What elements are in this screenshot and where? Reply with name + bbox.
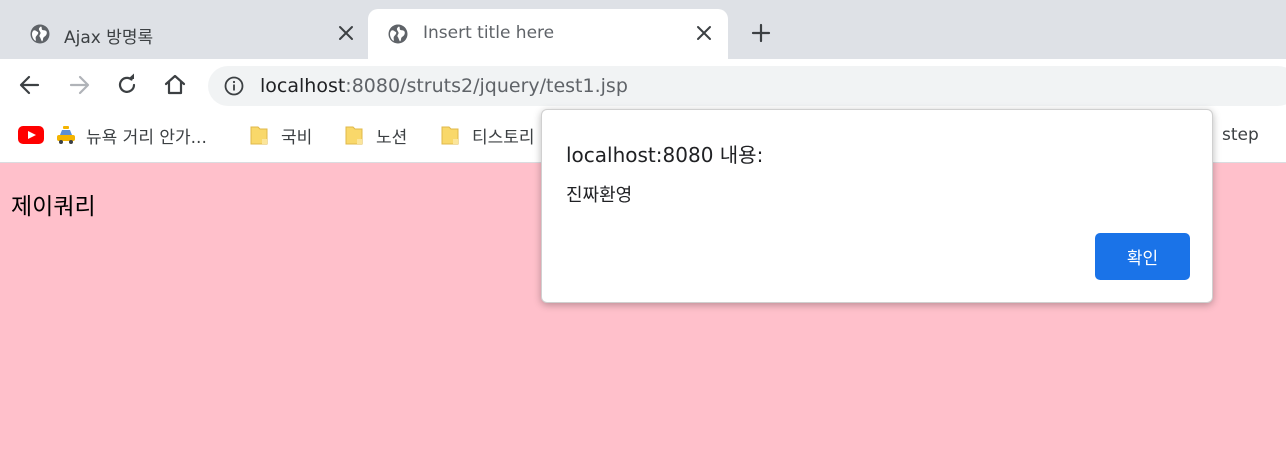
folder-icon [250,126,268,145]
taxi-icon [57,126,75,144]
close-icon[interactable] [336,23,356,43]
alert-dialog: localhost:8080 내용: 진짜환영 확인 [541,109,1213,303]
dialog-message: 진짜환영 [566,185,633,206]
address-bar[interactable]: localhost:8080/struts2/jquery/test1.jsp [208,66,1286,106]
dialog-title: localhost:8080 내용: [566,143,764,167]
bookmark-label: 국비 [281,127,313,148]
bookmark-folder-gukbi[interactable]: 국비 [249,123,313,148]
ok-button[interactable]: 확인 [1095,233,1190,280]
url-text[interactable]: localhost:8080/struts2/jquery/test1.jsp [260,75,628,97]
new-tab-plus-icon[interactable] [750,22,772,44]
bookmark-label: step [1222,125,1259,145]
youtube-icon [18,126,44,144]
folder-icon [441,126,459,145]
bookmark-label: 뉴욕 거리 안가... [86,127,207,148]
tab-ajax-guestbook[interactable]: Ajax 방명록 [12,9,368,59]
forward-arrow-icon[interactable] [66,72,92,98]
home-icon[interactable] [162,72,188,98]
back-arrow-icon[interactable] [17,72,43,98]
info-icon[interactable] [224,76,244,96]
tab-title: Ajax 방명록 [64,28,154,48]
bookmark-label: 노션 [376,127,408,148]
bookmark-label: 티스토리 [472,127,535,148]
tab-title: Insert title here [423,23,555,43]
folder-icon [345,126,363,145]
bookmark-folder-tistory[interactable]: 티스토리 [440,123,535,148]
globe-icon [388,24,408,44]
close-icon[interactable] [694,23,714,43]
bookmark-new-york-street[interactable]: 뉴욕 거리 안가... [56,123,207,148]
reload-icon[interactable] [114,72,140,98]
page-heading: 제이쿼리 [11,194,96,220]
bookmark-folder-notion[interactable]: 노션 [344,123,408,148]
bookmark-youtube[interactable] [18,123,54,147]
tab-strip: Ajax 방명록 Insert title here [0,0,1286,59]
tab-insert-title-here[interactable]: Insert title here [368,9,728,59]
browser-toolbar: localhost:8080/struts2/jquery/test1.jsp [0,59,1286,111]
globe-icon [30,24,50,44]
